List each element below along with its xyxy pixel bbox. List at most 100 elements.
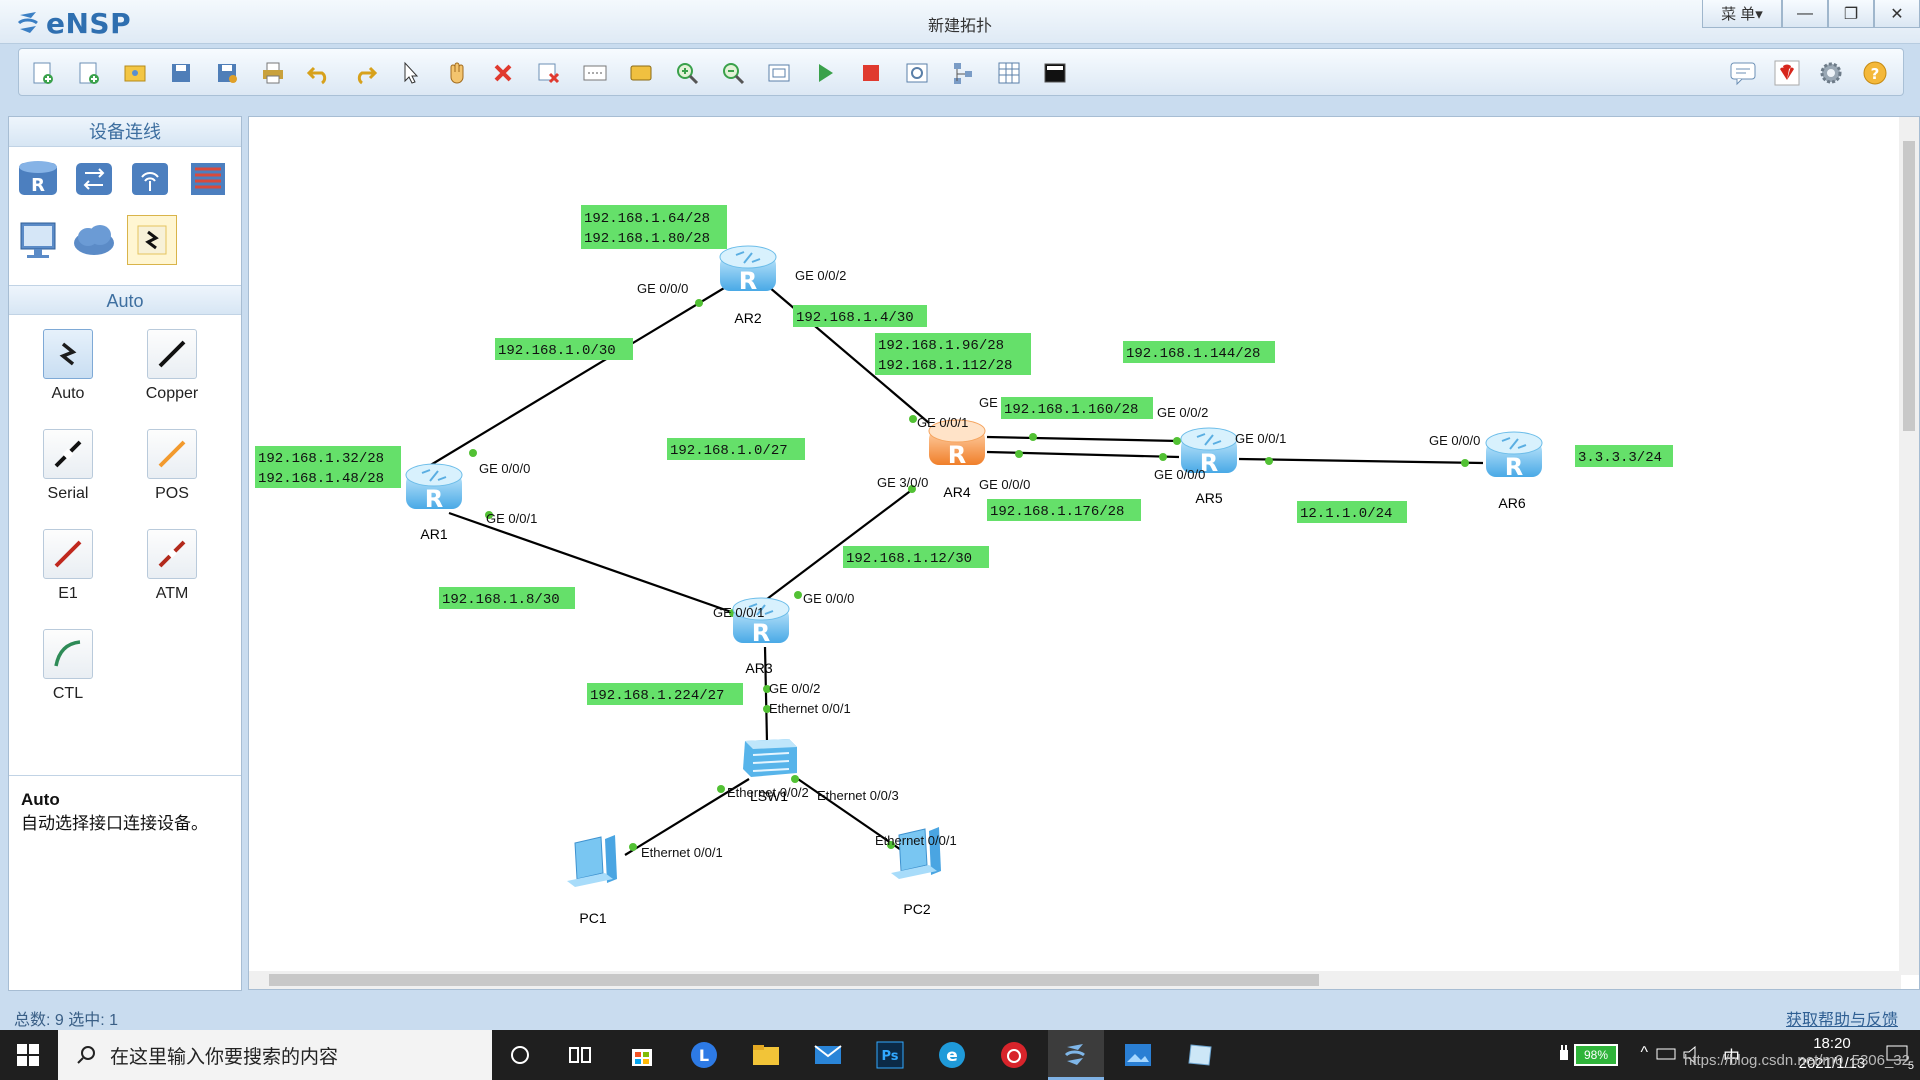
- svg-text:Ps: Ps: [881, 1049, 898, 1064]
- edge-icon[interactable]: e: [924, 1030, 980, 1080]
- note-text: 192.168.1.112/28: [878, 358, 1012, 374]
- photoshop-icon[interactable]: Ps: [862, 1030, 918, 1080]
- photos-icon[interactable]: [1110, 1030, 1166, 1080]
- delete-icon[interactable]: [487, 57, 519, 89]
- redo-icon[interactable]: [349, 57, 381, 89]
- restore-button[interactable]: ❐: [1828, 0, 1874, 28]
- serial-cable-icon[interactable]: [43, 429, 93, 479]
- power-plug-icon[interactable]: [1558, 1044, 1570, 1066]
- horizontal-scroll-thumb[interactable]: [269, 974, 1319, 986]
- connection-pos[interactable]: POS: [127, 429, 217, 503]
- topology-canvas[interactable]: R: [248, 116, 1920, 990]
- new-document-icon[interactable]: [73, 57, 105, 89]
- palette-icon[interactable]: [625, 57, 657, 89]
- ensp-icon[interactable]: [1048, 1030, 1104, 1080]
- switch-category-icon[interactable]: [71, 155, 117, 201]
- note-text: 192.168.1.64/28: [584, 211, 710, 227]
- start-icon[interactable]: [809, 57, 841, 89]
- print-icon[interactable]: [257, 57, 289, 89]
- device-label-ar4: AR4: [943, 484, 970, 500]
- pc-category-icon[interactable]: [15, 217, 61, 263]
- topology-diagram[interactable]: R: [249, 117, 1920, 991]
- info-description: 自动选择接口连接设备。: [21, 814, 208, 833]
- connection-label: POS: [155, 485, 189, 502]
- mail-icon[interactable]: [800, 1030, 856, 1080]
- link-ar4-ar5-a[interactable]: [986, 435, 1180, 443]
- device-label-ar5: AR5: [1195, 490, 1222, 506]
- switch-lsw1[interactable]: [743, 739, 797, 777]
- undo-icon[interactable]: [303, 57, 335, 89]
- select-icon[interactable]: [395, 57, 427, 89]
- hand-icon[interactable]: [441, 57, 473, 89]
- open-icon[interactable]: [119, 57, 151, 89]
- pos-cable-icon[interactable]: [147, 429, 197, 479]
- connection-auto[interactable]: Auto: [23, 329, 113, 403]
- connection-e1[interactable]: E1: [23, 529, 113, 603]
- terminal-icon[interactable]: [1039, 57, 1071, 89]
- network-icon[interactable]: [1656, 1048, 1676, 1062]
- close-button[interactable]: ✕: [1874, 0, 1920, 28]
- link-ar3-ar4[interactable]: [766, 488, 914, 600]
- zoom-out-icon[interactable]: [717, 57, 749, 89]
- menu-button[interactable]: 菜 单▾: [1702, 0, 1782, 28]
- connection-label: Serial: [47, 485, 89, 502]
- save-icon[interactable]: [165, 57, 197, 89]
- delete-link-icon[interactable]: [533, 57, 565, 89]
- minimize-button[interactable]: —: [1782, 0, 1828, 28]
- battery-indicator[interactable]: 98%: [1574, 1044, 1618, 1066]
- save-as-icon[interactable]: [211, 57, 243, 89]
- fit-icon[interactable]: [763, 57, 795, 89]
- cloud-category-icon[interactable]: [71, 217, 117, 263]
- zoom-in-icon[interactable]: [671, 57, 703, 89]
- new-topology-icon[interactable]: [27, 57, 59, 89]
- store-icon[interactable]: [614, 1030, 670, 1080]
- vertical-scrollbar[interactable]: [1899, 117, 1919, 975]
- router-category-icon[interactable]: R: [15, 155, 61, 201]
- router-ar6[interactable]: [1485, 431, 1543, 482]
- horizontal-scrollbar[interactable]: [249, 971, 1901, 989]
- note-text: 192.168.1.224/27: [590, 688, 724, 704]
- huawei-icon[interactable]: [1771, 57, 1803, 89]
- virtualbox-icon[interactable]: [1172, 1030, 1228, 1080]
- cortana-icon[interactable]: [492, 1030, 548, 1080]
- settings-icon[interactable]: [1815, 57, 1847, 89]
- link-ar5-ar6[interactable]: [1238, 457, 1484, 465]
- ctl-cable-icon[interactable]: [43, 629, 93, 679]
- windows-start-icon[interactable]: [0, 1030, 56, 1080]
- connection-ctl[interactable]: CTL: [23, 629, 113, 703]
- connection-serial[interactable]: Serial: [23, 429, 113, 503]
- firewall-category-icon[interactable]: [185, 155, 231, 201]
- iface-label: GE 0/0/0: [803, 591, 854, 606]
- stop-icon[interactable]: [855, 57, 887, 89]
- grid-icon[interactable]: [993, 57, 1025, 89]
- wireless-category-icon[interactable]: [127, 155, 173, 201]
- e1-cable-icon[interactable]: [43, 529, 93, 579]
- chat-icon[interactable]: [1727, 57, 1759, 89]
- pc-pc1[interactable]: [567, 835, 617, 887]
- connection-copper[interactable]: Copper: [127, 329, 217, 403]
- l-app-icon[interactable]: L: [676, 1030, 732, 1080]
- iface-label: Ethernet 0/0/3: [817, 788, 899, 803]
- netease-music-icon[interactable]: [986, 1030, 1042, 1080]
- text-icon[interactable]: [579, 57, 611, 89]
- auto-connection-icon[interactable]: [43, 329, 93, 379]
- router-ar1[interactable]: [405, 463, 463, 514]
- search-icon: [77, 1046, 95, 1064]
- chevron-up-icon[interactable]: ^: [1640, 1044, 1648, 1062]
- copper-cable-icon[interactable]: [147, 329, 197, 379]
- atm-cable-icon[interactable]: [147, 529, 197, 579]
- vertical-scroll-thumb[interactable]: [1903, 141, 1915, 431]
- capture-icon[interactable]: [901, 57, 933, 89]
- help-icon[interactable]: ?: [1859, 57, 1891, 89]
- taskbar-search-box[interactable]: 在这里输入你要搜索的内容: [58, 1030, 492, 1080]
- windows-taskbar: 在这里输入你要搜索的内容 L Ps e 98% ^ 中 18:20 2021/1…: [0, 1030, 1920, 1080]
- task-view-icon[interactable]: [552, 1030, 608, 1080]
- connection-atm[interactable]: ATM: [127, 529, 217, 603]
- topology-icon[interactable]: [947, 57, 979, 89]
- file-explorer-icon[interactable]: [738, 1030, 794, 1080]
- router-ar2[interactable]: [719, 245, 777, 296]
- connection-category-icon[interactable]: [127, 215, 177, 265]
- port-dots: [469, 299, 1469, 851]
- help-feedback-link[interactable]: 获取帮助与反馈: [1786, 1006, 1898, 1030]
- note-text: 192.168.1.4/30: [796, 310, 914, 326]
